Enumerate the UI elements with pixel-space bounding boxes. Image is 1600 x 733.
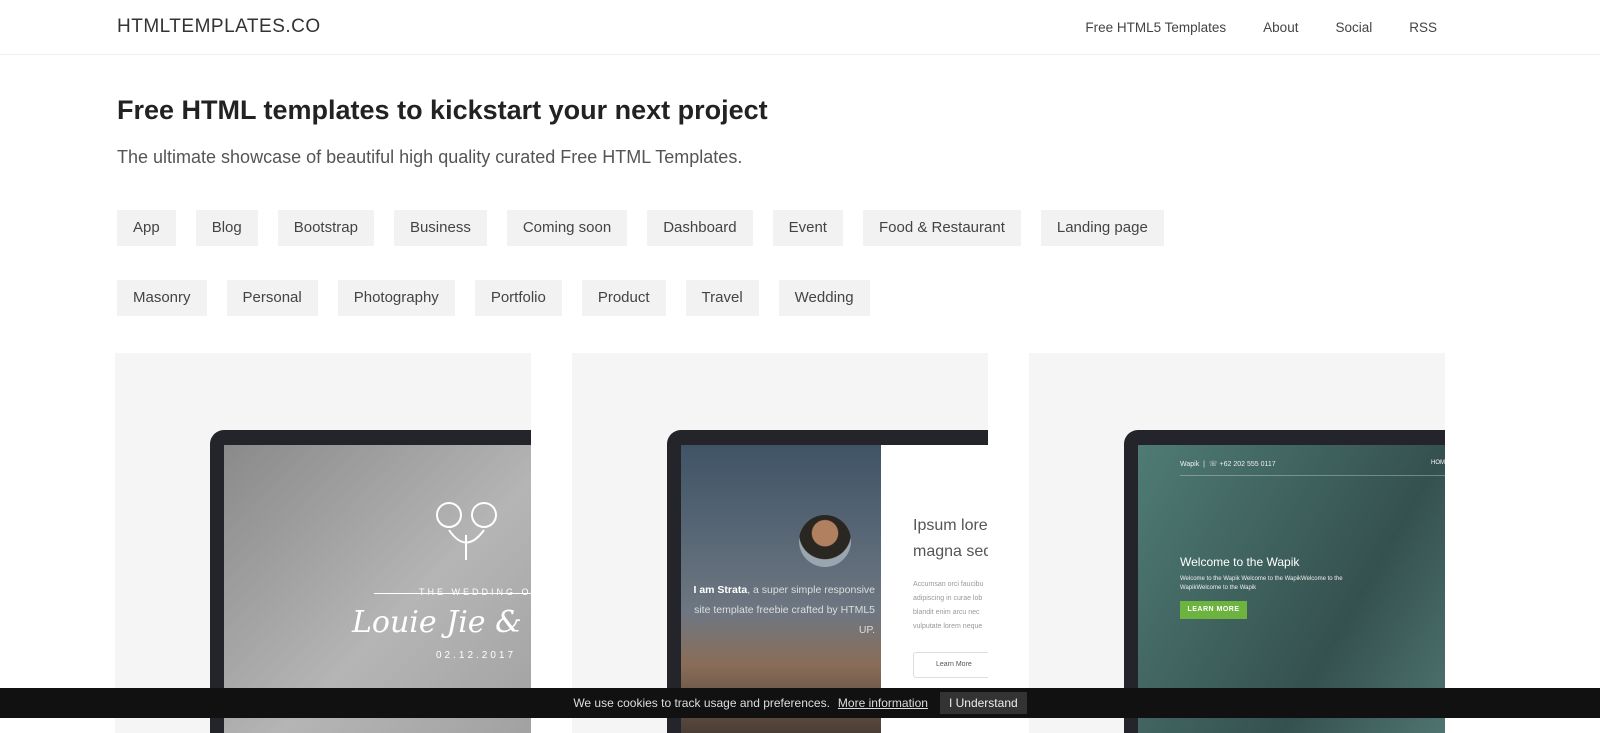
more-information-link[interactable]: More information xyxy=(838,696,928,710)
tag-wedding[interactable]: Wedding xyxy=(778,280,870,316)
tag-product[interactable]: Product xyxy=(581,280,666,316)
wapik-phone: +62 202 555 0117 xyxy=(1219,461,1276,468)
nav-link-about[interactable]: About xyxy=(1263,20,1298,35)
site-logo[interactable]: HTMLTEMPLATES.CO xyxy=(117,16,321,38)
tag-event[interactable]: Event xyxy=(772,210,843,246)
tag-masonry[interactable]: Masonry xyxy=(117,280,207,316)
wapik-learn-more-button[interactable]: LEARN MORE xyxy=(1180,601,1247,619)
tag-personal[interactable]: Personal xyxy=(226,280,318,316)
template-card-strata[interactable]: I am Strata, a super simple responsive s… xyxy=(572,353,988,733)
top-nav: HTMLTEMPLATES.CO Free HTML5 Templates Abo… xyxy=(0,0,1600,55)
phone-icon: ☏ xyxy=(1208,461,1218,468)
tag-travel[interactable]: Travel xyxy=(685,280,759,316)
wapik-title: Welcome to the Wapik xyxy=(1180,555,1300,569)
wedding-date: 02.12.2017 xyxy=(436,650,517,661)
tag-portfolio[interactable]: Portfolio xyxy=(474,280,562,316)
nav-link-social[interactable]: Social xyxy=(1335,20,1372,35)
avatar xyxy=(799,515,851,567)
cookie-banner: We use cookies to track usage and prefer… xyxy=(0,688,1600,718)
floral-emblem-icon xyxy=(436,502,497,560)
nav-link-rss[interactable]: RSS xyxy=(1409,20,1437,35)
tag-photography[interactable]: Photography xyxy=(337,280,455,316)
strata-body: Accumsan orci faucibu adipiscing in cura… xyxy=(913,581,984,630)
tag-bootstrap[interactable]: Bootstrap xyxy=(277,210,374,246)
learn-more-button[interactable]: Learn More xyxy=(913,652,988,678)
tag-food-restaurant[interactable]: Food & Restaurant xyxy=(862,210,1021,246)
category-tags: App Blog Bootstrap Business Coming soon Dashb… xyxy=(117,210,1217,316)
tag-business[interactable]: Business xyxy=(393,210,487,246)
page-title: Free HTML templates to kickstart your ne… xyxy=(117,95,768,125)
template-card-wapik[interactable]: Wapik | ☏ +62 202 555 0117 HOM Welcome t… xyxy=(1029,353,1445,733)
accept-cookies-button[interactable]: I Understand xyxy=(939,692,1027,714)
tag-landing-page[interactable]: Landing page xyxy=(1040,210,1164,246)
wedding-label: THE WEDDING OF xyxy=(419,587,531,597)
strata-heading: Ipsum lore magna sed xyxy=(913,517,988,560)
template-card-wedding[interactable]: THE WEDDING OF Louie Jie & Mar 02.12.201… xyxy=(115,353,531,733)
page-subtitle: The ultimate showcase of beautiful high … xyxy=(117,147,743,167)
tag-blog[interactable]: Blog xyxy=(195,210,258,246)
wapik-brand: Wapik xyxy=(1180,461,1200,468)
wapik-text: Welcome to the Wapik Welcome to the Wapi… xyxy=(1180,576,1343,591)
cookie-text: We use cookies to track usage and prefer… xyxy=(573,696,830,710)
wapik-nav[interactable]: HOM xyxy=(1431,460,1445,466)
strata-intro-bold: I am Strata xyxy=(693,584,748,596)
tag-coming-soon[interactable]: Coming soon xyxy=(506,210,628,246)
tag-dashboard[interactable]: Dashboard xyxy=(647,210,753,246)
wedding-names: Louie Jie & Mar xyxy=(352,605,531,640)
nav-link-free-html5-templates[interactable]: Free HTML5 Templates xyxy=(1085,20,1226,35)
nav-links: Free HTML5 Templates About Social RSS xyxy=(1085,20,1437,35)
tag-app[interactable]: App xyxy=(117,210,176,246)
